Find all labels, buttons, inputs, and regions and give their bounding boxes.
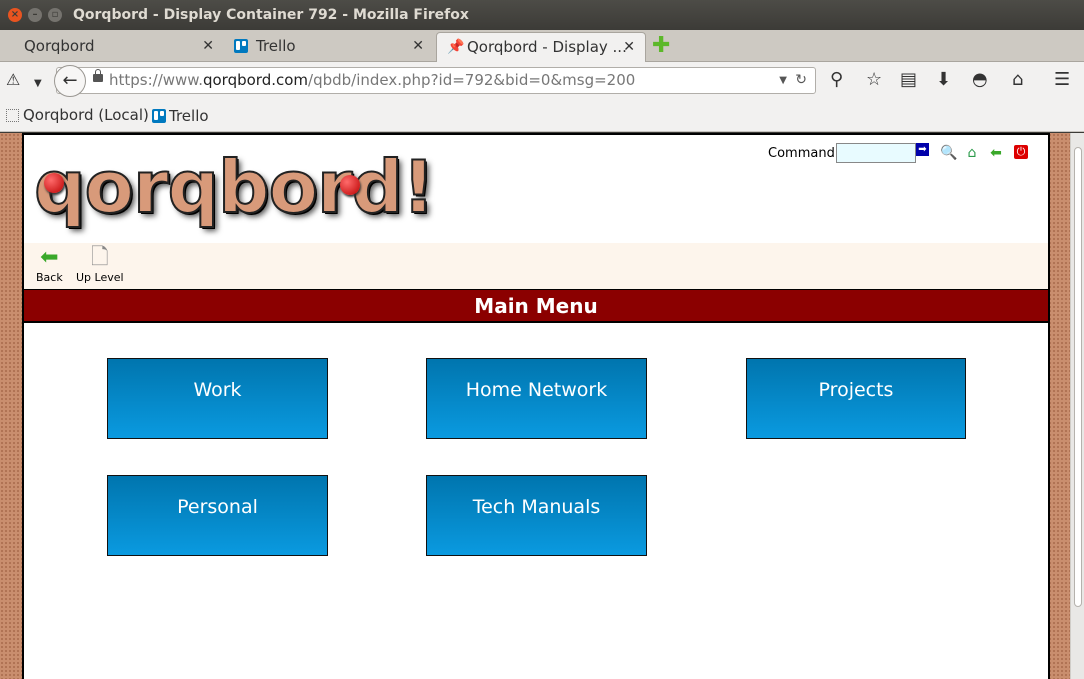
star-icon[interactable]: ☆ [866, 70, 882, 90]
window-close-button[interactable]: × [8, 8, 22, 22]
reading-list-icon[interactable]: ▤ [900, 70, 917, 90]
tab-label: Qorqbord [24, 37, 95, 55]
search-icon[interactable]: 🔍 [940, 145, 957, 161]
scrollbar-thumb[interactable] [1074, 147, 1082, 607]
window-minimize-button[interactable]: – [28, 8, 42, 22]
window-title: Qorqbord - Display Container 792 - Mozil… [73, 7, 469, 23]
window-titlebar: × – ▫ Qorqbord - Display Container 792 -… [0, 0, 1084, 30]
page-container: qorqbord! Command: ➡ 🔍 ⌂ ⬅ ⏻ ⬅ Back 🗋 Up… [22, 133, 1050, 679]
back-button[interactable]: ← [54, 65, 86, 97]
lock-icon [93, 69, 103, 82]
page-icon [6, 109, 19, 122]
close-icon[interactable]: ✕ [412, 32, 424, 60]
reload-icon[interactable]: ↻ [795, 68, 807, 93]
url-bar[interactable]: https://www.qorqbord.com/qbdb/index.php?… [56, 67, 816, 94]
chevron-down-icon[interactable]: ▼ [34, 74, 42, 94]
tile-personal[interactable]: Personal [107, 475, 328, 556]
url-text: https://www.qorqbord.com/qbdb/index.php?… [109, 71, 636, 89]
window-maximize-button[interactable]: ▫ [48, 8, 62, 22]
tile-work[interactable]: Work [107, 358, 328, 439]
bookmarks-bar: Qorqbord (Local) Trello [0, 99, 1084, 132]
pushpin-icon [44, 173, 64, 193]
nav-bar: ⚠ ▼ https://www.qorqbord.com/qbdb/index.… [0, 62, 1084, 99]
pin-icon: 📌 [447, 39, 465, 55]
tab-trello[interactable]: Trello ✕ [228, 32, 434, 62]
scrollbar[interactable] [1070, 133, 1084, 679]
command-label: Command: [768, 146, 840, 161]
tab-qorqbord[interactable]: Qorqbord ✕ [0, 32, 224, 62]
menu-icon[interactable]: ☰ [1054, 70, 1070, 90]
back-arrow-icon: ⬅ [40, 245, 59, 270]
mask-icon[interactable]: ◓ [972, 70, 988, 90]
up-level-button[interactable]: 🗋 Up Level [76, 245, 124, 285]
search-icon[interactable]: ⚲ [830, 70, 843, 90]
close-icon[interactable]: ✕ [202, 32, 214, 60]
up-level-icon: 🗋 [90, 245, 109, 270]
tab-bar: Qorqbord ✕ Trello ✕ 📌 Qorqbord - Display… [0, 30, 1084, 62]
pushpin-icon [340, 175, 360, 195]
back-arrow-icon[interactable]: ⬅ [988, 145, 1004, 161]
tab-label: Trello [256, 37, 296, 55]
new-tab-icon[interactable]: ✚ [652, 33, 670, 59]
tile-projects[interactable]: Projects [746, 358, 966, 439]
command-input[interactable] [836, 143, 916, 163]
power-icon[interactable]: ⏻ [1014, 145, 1028, 159]
tile-home-network[interactable]: Home Network [426, 358, 647, 439]
home-icon[interactable]: ⌂ [964, 145, 980, 161]
tab-qorqbord-display[interactable]: 📌 Qorqbord - Display ... ✕ [436, 32, 646, 62]
logo: qorqbord! [33, 145, 436, 229]
trello-icon [152, 109, 166, 123]
chevron-down-icon[interactable]: ▼ [779, 68, 787, 93]
download-icon[interactable]: ⬇ [936, 70, 951, 90]
home-icon[interactable]: ⌂ [1012, 70, 1023, 90]
warning-icon[interactable]: ⚠ [6, 70, 20, 90]
page-toolbar: ⬅ Back 🗋 Up Level [24, 243, 1048, 289]
page-viewport: qorqbord! Command: ➡ 🔍 ⌂ ⬅ ⏻ ⬅ Back 🗋 Up… [0, 133, 1084, 679]
menu-title: Main Menu [24, 289, 1048, 323]
tile-tech-manuals[interactable]: Tech Manuals [426, 475, 647, 556]
go-arrow-icon[interactable]: ➡ [916, 143, 929, 156]
tab-label: Qorqbord - Display ... [467, 38, 627, 56]
bookmark-qorqbord-local[interactable]: Qorqbord (Local) [6, 107, 149, 124]
back-button[interactable]: ⬅ Back [36, 245, 63, 285]
trello-icon [234, 39, 248, 53]
bookmark-trello[interactable]: Trello [152, 107, 209, 125]
close-icon[interactable]: ✕ [623, 33, 635, 61]
